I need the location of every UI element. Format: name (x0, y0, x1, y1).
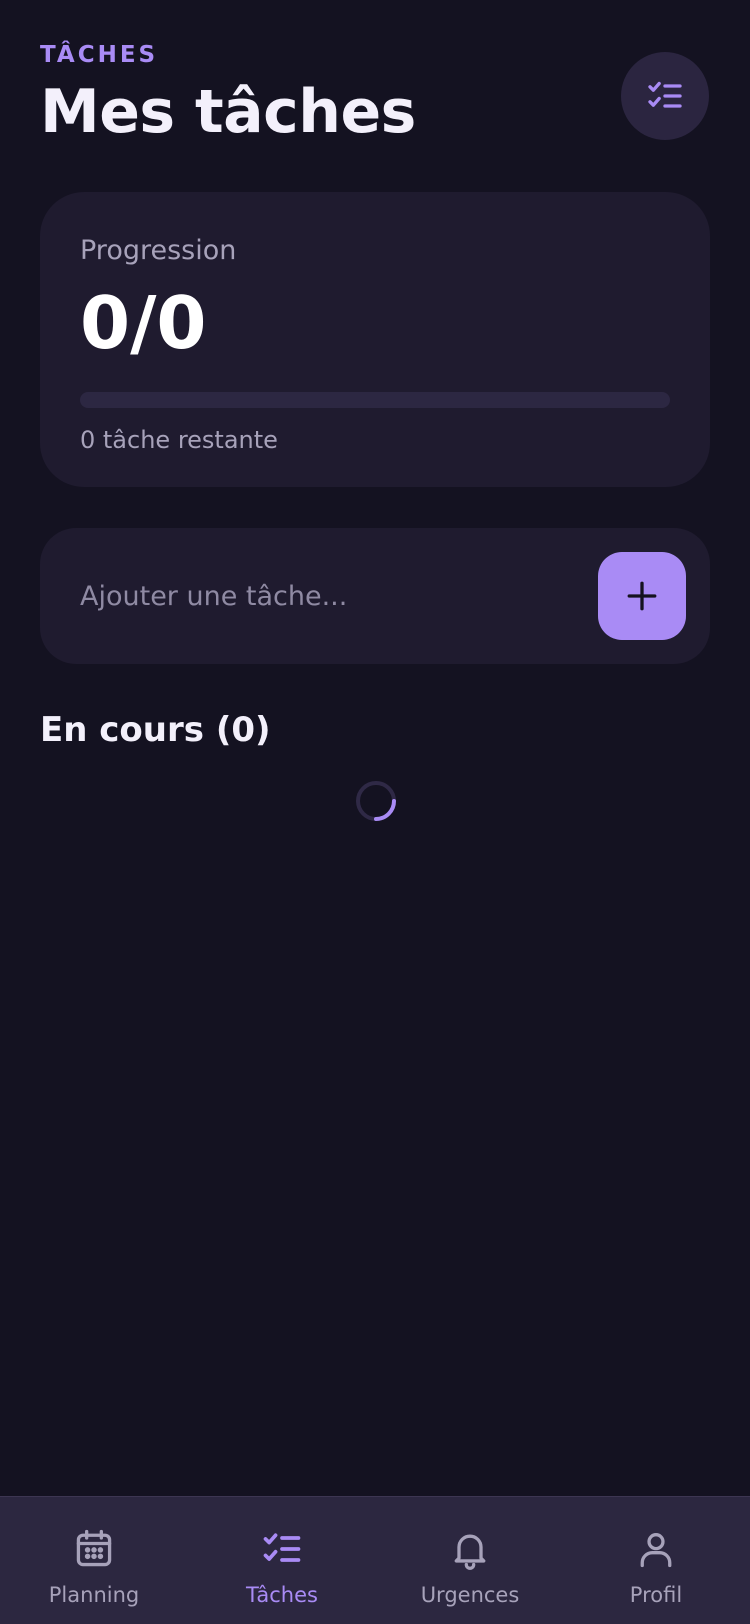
bottom-tab-bar: Planning Tâches Urgences Profil (0, 1496, 750, 1624)
plus-icon (627, 581, 657, 611)
checklist-icon (263, 1533, 301, 1562)
progress-bar (80, 392, 670, 408)
tab-urgences[interactable]: Urgences (376, 1497, 564, 1624)
checklist-icon (648, 81, 682, 108)
user-icon (640, 1533, 672, 1568)
progress-card: Progression 0/0 0 tâche restante (40, 192, 710, 487)
tab-taches-label: Tâches (246, 1583, 318, 1607)
add-task-input[interactable] (80, 568, 550, 624)
checklist-button[interactable] (621, 52, 709, 140)
page-title: Mes tâches (40, 77, 416, 147)
tab-planning[interactable]: Planning (0, 1497, 188, 1624)
progress-label: Progression (80, 235, 237, 266)
progress-value: 0/0 (80, 281, 207, 365)
loading-spinner-icon (356, 781, 396, 821)
in-progress-heading: En cours (0) (40, 710, 271, 750)
section-eyebrow: TÂCHES (40, 42, 159, 68)
tab-urgences-label: Urgences (420, 1583, 520, 1607)
tab-planning-label: Planning (48, 1583, 140, 1607)
tab-taches[interactable]: Tâches (188, 1497, 376, 1624)
page-header: TÂCHES Mes tâches (40, 40, 710, 150)
tasks-remaining-text: 0 tâche restante (80, 426, 278, 454)
tab-profil-label: Profil (629, 1583, 683, 1607)
add-task-button[interactable] (598, 552, 686, 640)
calendar-icon (76, 1529, 112, 1567)
app-screen: TÂCHES Mes tâches Progression 0/0 0 tâch… (0, 0, 750, 1624)
bell-icon (454, 1534, 486, 1570)
tab-profil[interactable]: Profil (562, 1497, 750, 1624)
add-task-card (40, 528, 710, 664)
